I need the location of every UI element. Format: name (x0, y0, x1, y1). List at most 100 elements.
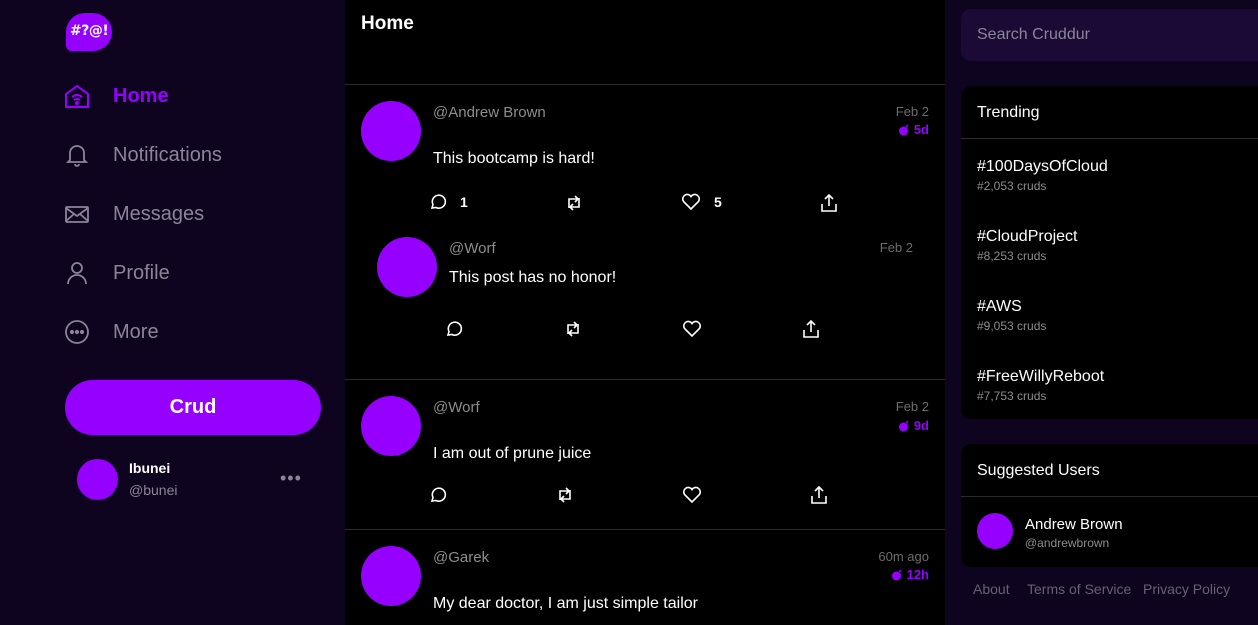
post-message: This bootcamp is hard! (433, 150, 595, 167)
nav-label-home: Home (113, 84, 169, 107)
more-circle-icon (62, 317, 92, 347)
reply-icon (430, 194, 447, 209)
reply-icon (430, 487, 447, 502)
post-message: My dear doctor, I am just simple tailor (433, 595, 698, 612)
repost-button[interactable] (564, 193, 584, 213)
crud-button[interactable]: Crud (65, 380, 321, 435)
reply-button[interactable] (429, 486, 447, 504)
heart-icon (682, 320, 702, 338)
post-date: Feb 2 (895, 104, 929, 119)
suggested-user-handle: @andrewbrown (1025, 536, 1110, 550)
post-date: Feb 2 (895, 399, 929, 414)
repost-icon (567, 321, 579, 337)
divider (961, 138, 1258, 139)
trending-tag[interactable]: #AWS (977, 298, 1022, 316)
footer-link-privacy[interactable]: Privacy Policy (1143, 581, 1230, 597)
nav-item-profile[interactable]: Profile (62, 255, 170, 291)
avatar[interactable] (377, 237, 437, 297)
reply-count: 1 (460, 194, 468, 210)
share-button[interactable] (801, 319, 821, 339)
trending-panel: Trending #100DaysOfCloud #2,053 cruds #C… (961, 86, 1258, 419)
nav-label-messages: Messages (113, 202, 205, 225)
bomb-icon (891, 568, 902, 580)
nav-label-profile: Profile (113, 261, 170, 284)
post-expiry: 9d (898, 418, 929, 433)
right-sidebar: Trending #100DaysOfCloud #2,053 cruds #C… (945, 0, 1258, 625)
trending-tag[interactable]: #FreeWillyReboot (977, 368, 1104, 386)
post-expiry: 12h (891, 567, 929, 582)
post-handle[interactable]: @Worf (433, 399, 480, 416)
post-handle[interactable]: @Garek (433, 549, 489, 566)
bomb-icon (898, 123, 909, 135)
trending-count: #9,053 cruds (977, 319, 1047, 333)
nav-item-notifications[interactable]: Notifications (62, 137, 222, 173)
sidebar-nav: #?@! Home Notifications Messages Profile… (0, 0, 345, 625)
share-icon (803, 319, 819, 338)
repost-button[interactable] (563, 319, 583, 339)
post-message: This post has no honor! (449, 269, 617, 286)
suggested-users-title: Suggested Users (977, 462, 1100, 479)
bell-icon (62, 140, 92, 170)
avatar[interactable] (361, 101, 421, 161)
like-button[interactable] (682, 320, 702, 338)
like-count: 5 (714, 194, 722, 210)
post-expiry-value: 5d (913, 122, 929, 137)
search-input[interactable] (961, 9, 1258, 61)
trending-tag[interactable]: #CloudProject (977, 228, 1078, 246)
nav-label-more: More (113, 320, 159, 343)
nav-item-messages[interactable]: Messages (62, 196, 204, 232)
user-menu-button[interactable]: ••• (280, 468, 302, 489)
nav-label-notifications: Notifications (113, 143, 222, 166)
nav-item-more[interactable]: More (62, 314, 159, 350)
repost-button[interactable] (555, 485, 575, 505)
post-handle[interactable]: @Worf (449, 240, 496, 257)
post-date: 60m ago (878, 549, 929, 564)
footer-link-about[interactable]: About (973, 581, 1010, 597)
suggested-users-panel: Suggested Users Andrew Brown @andrewbrow… (961, 444, 1258, 567)
suggested-user-name[interactable]: Andrew Brown (1025, 516, 1123, 533)
logo[interactable]: #?@! (66, 13, 114, 53)
envelope-icon (62, 199, 92, 229)
nav-item-home[interactable]: Home (62, 78, 169, 114)
avatar[interactable] (361, 396, 421, 456)
post-date: Feb 2 (879, 240, 913, 255)
page-title: Home (361, 13, 414, 34)
post-expiry-value: 9d (913, 418, 929, 433)
trending-count: #2,053 cruds (977, 179, 1047, 193)
share-button[interactable] (809, 485, 829, 505)
heart-icon (681, 193, 701, 211)
share-icon (811, 485, 827, 504)
current-user-handle: @bunei (129, 482, 178, 498)
reply-button[interactable]: 1 (429, 193, 468, 211)
trending-count: #8,253 cruds (977, 249, 1047, 263)
repost-icon (559, 487, 571, 503)
divider (961, 496, 1258, 497)
post-handle[interactable]: @Andrew Brown (433, 104, 546, 121)
reply-button[interactable] (445, 320, 463, 338)
repost-icon (568, 195, 580, 211)
like-button[interactable]: 5 (681, 193, 722, 211)
bomb-icon (898, 419, 909, 431)
share-icon (821, 193, 837, 212)
divider (345, 379, 945, 380)
trending-tag[interactable]: #100DaysOfCloud (977, 158, 1108, 176)
post-expiry: 5d (898, 122, 929, 137)
share-button[interactable] (819, 193, 839, 213)
footer-link-terms[interactable]: Terms of Service (1027, 581, 1131, 597)
trending-count: #7,753 cruds (977, 389, 1047, 403)
home-icon (62, 81, 92, 111)
logo-text: #?@! (70, 23, 109, 39)
feed: Home @Andrew Brown Feb 2 5d This bootcam… (345, 0, 945, 625)
post-message: I am out of prune juice (433, 445, 592, 462)
avatar[interactable] (77, 459, 118, 500)
avatar[interactable] (361, 546, 421, 606)
like-button[interactable] (682, 486, 702, 504)
avatar[interactable] (977, 513, 1013, 549)
person-icon (62, 258, 92, 288)
trending-title: Trending (977, 104, 1040, 121)
divider (345, 84, 945, 85)
heart-icon (682, 486, 702, 504)
divider (345, 529, 945, 530)
reply-icon (446, 321, 463, 336)
current-user-name: Ibunei (129, 460, 171, 476)
